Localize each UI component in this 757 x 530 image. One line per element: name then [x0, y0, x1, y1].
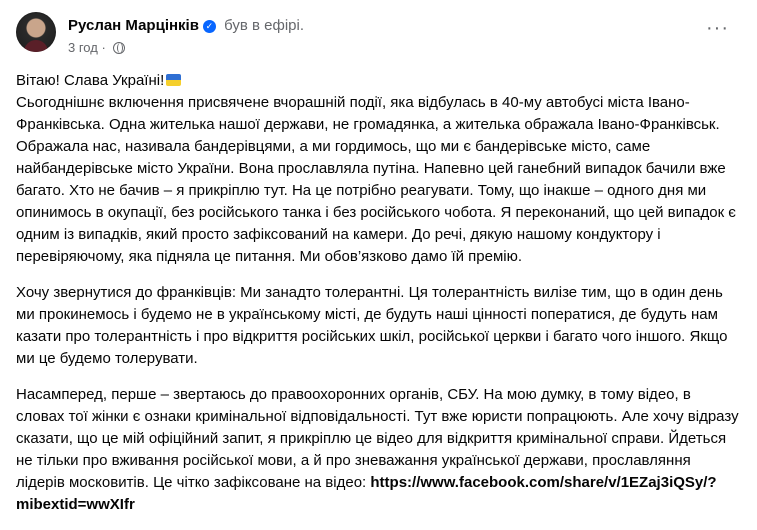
greeting-text: Вітаю! Слава Україні! [16, 72, 165, 89]
verified-badge-icon: ✓ [202, 20, 216, 33]
post-paragraph-2: Хочу звернутися до франківців: Ми занадт… [16, 284, 728, 367]
post-header: Руслан Марцінків ✓ був в ефірі. 3 год · ·… [16, 12, 741, 62]
ukraine-flag-icon [166, 74, 182, 86]
meta-separator: · [101, 40, 106, 55]
greeting-paragraph: Вітаю! Слава Україні! [16, 70, 741, 92]
post-paragraph-3: Насамперед, перше – звертаюсь до правоох… [16, 384, 741, 516]
post-status: був в ефірі. [224, 17, 305, 34]
author-avatar[interactable] [16, 12, 56, 52]
post-paragraph-1: Сьогоднішнє включення присвячене вчорашн… [16, 94, 736, 265]
post-meta: 3 год · [68, 40, 126, 55]
public-globe-icon [113, 42, 126, 54]
author-name[interactable]: Руслан Марцінків [68, 17, 199, 34]
more-options-icon[interactable]: ··· [706, 18, 729, 38]
author-line: Руслан Марцінків ✓ був в ефірі. [68, 17, 304, 34]
post-body: Вітаю! Слава Україні! Сьогоднішнє включе… [16, 70, 741, 530]
post-time[interactable]: 3 год [68, 40, 98, 55]
